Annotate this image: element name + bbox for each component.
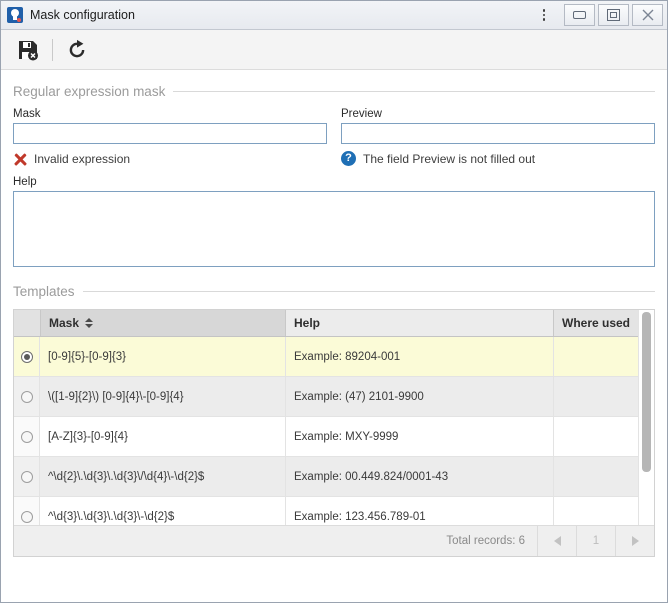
help-textarea[interactable] <box>13 191 655 267</box>
restore-button[interactable] <box>598 4 629 26</box>
next-page-button[interactable] <box>616 526 654 556</box>
row-where-used-cell <box>553 417 638 456</box>
table-row[interactable]: [A-Z]{3}-[0-9]{4} Example: MXY-9999 <box>14 417 638 457</box>
table-columns-region: Mask Help Where used [0-9]{5}-[0-9]{3} E… <box>14 310 638 525</box>
row-help-cell: Example: (47) 2101-9900 <box>285 377 553 416</box>
column-header-select <box>14 310 40 336</box>
column-header-where-used-label: Where used <box>562 316 631 330</box>
previous-page-button[interactable] <box>538 526 577 556</box>
row-mask-cell: ^\d{2}\.\d{3}\.\d{3}\/\d{4}\-\d{2}$ <box>48 470 205 483</box>
refresh-button[interactable] <box>60 34 94 66</box>
help-field-group: Help <box>13 176 655 270</box>
table-body: [0-9]{5}-[0-9]{3} Example: 89204-001 \([1-… <box>14 337 638 525</box>
preview-validation-message: ? The field Preview is not filled out <box>341 151 655 166</box>
row-help-cell: Example: 00.449.824/0001-43 <box>285 457 553 496</box>
preview-label: Preview <box>341 108 382 120</box>
help-label: Help <box>13 176 37 188</box>
row-where-used-cell <box>553 377 638 416</box>
toolbar-separator <box>52 38 53 61</box>
table-body-region: Mask Help Where used [0-9]{5}-[0-9]{3} E… <box>14 310 654 525</box>
regex-mask-group: Regular expression mask Mask Preview Inv… <box>13 82 655 270</box>
content-area: Regular expression mask Mask Preview Inv… <box>1 70 667 602</box>
save-button[interactable] <box>11 34 45 66</box>
save-disk-icon <box>19 40 38 60</box>
chevron-left-icon <box>553 536 561 546</box>
table-row[interactable]: ^\d{2}\.\d{3}\.\d{3}\/\d{4}\-\d{2}$ Examp… <box>14 457 638 497</box>
column-header-mask[interactable]: Mask <box>40 310 285 336</box>
close-button[interactable] <box>632 4 663 26</box>
window-title: Mask configuration <box>30 8 135 22</box>
row-help-cell: Example: 89204-001 <box>285 337 553 376</box>
table-row[interactable]: [0-9]{5}-[0-9]{3} Example: 89204-001 <box>14 337 638 377</box>
row-where-used-cell <box>553 497 638 525</box>
mask-validation-text: Invalid expression <box>34 151 131 166</box>
templates-table: Mask Help Where used [0-9]{5}-[0-9]{3} E… <box>13 309 655 557</box>
close-icon <box>642 9 653 21</box>
mask-field-group: Mask <box>13 108 327 144</box>
minimize-button[interactable] <box>564 4 595 26</box>
table-header-row: Mask Help Where used <box>14 310 638 337</box>
mask-label: Mask <box>13 108 41 120</box>
row-mask-cell: [A-Z]{3}-[0-9]{4} <box>48 430 128 443</box>
row-radio-button[interactable] <box>20 390 33 403</box>
column-header-help[interactable]: Help <box>285 310 553 336</box>
regex-group-header: Regular expression mask <box>13 82 655 100</box>
app-logo-icon <box>7 7 23 23</box>
templates-group-header: Templates <box>13 282 655 300</box>
row-radio-button[interactable] <box>20 510 33 523</box>
row-mask-cell: ^\d{3}\.\d{3}\.\d{3}\-\d{2}$ <box>48 510 175 523</box>
info-question-icon: ? <box>341 151 356 166</box>
row-where-used-cell <box>553 337 638 376</box>
group-divider <box>82 290 655 292</box>
window-controls <box>561 4 663 26</box>
page-number-button[interactable]: 1 <box>577 526 616 556</box>
scrollbar-thumb[interactable] <box>642 312 651 472</box>
row-mask-cell: [0-9]{5}-[0-9]{3} <box>48 350 127 363</box>
column-header-help-label: Help <box>294 316 321 330</box>
error-x-icon <box>13 152 28 166</box>
table-row[interactable]: ^\d{3}\.\d{3}\.\d{3}\-\d{2}$ Example: 123… <box>14 497 638 525</box>
mask-preview-row: Mask Preview <box>13 108 655 144</box>
total-records-label: Total records: 6 <box>434 526 538 556</box>
row-help-cell: Example: 123.456.789-01 <box>285 497 553 525</box>
row-select-cell[interactable] <box>14 497 40 525</box>
toolbar <box>1 30 667 70</box>
row-help-cell: Example: MXY-9999 <box>285 417 553 456</box>
table-footer: Total records: 6 1 <box>14 525 654 556</box>
preview-input[interactable] <box>341 123 655 144</box>
row-select-cell[interactable] <box>14 377 40 416</box>
regex-group-title: Regular expression mask <box>13 83 166 99</box>
row-mask-cell: \([1-9]{2}\) [0-9]{4}\-[0-9]{4} <box>48 390 184 403</box>
row-radio-button[interactable] <box>20 350 33 363</box>
mask-input[interactable] <box>13 123 327 144</box>
row-select-cell[interactable] <box>14 337 40 376</box>
mask-configuration-window: Mask configuration Regular expression ma… <box>0 0 668 603</box>
sort-arrow-icon[interactable] <box>85 318 94 328</box>
row-select-cell[interactable] <box>14 417 40 456</box>
row-radio-button[interactable] <box>20 430 33 443</box>
preview-validation-text: The field Preview is not filled out <box>363 151 536 166</box>
table-scrollbar[interactable] <box>638 310 654 525</box>
column-header-where-used[interactable]: Where used <box>553 310 638 336</box>
group-divider <box>173 90 655 92</box>
refresh-icon <box>69 39 85 57</box>
templates-group: Templates Mask Help Where used [0-9]{5}-… <box>13 282 655 557</box>
table-row[interactable]: \([1-9]{2}\) [0-9]{4}\-[0-9]{4} Example: … <box>14 377 638 417</box>
row-radio-button[interactable] <box>20 470 33 483</box>
kebab-menu-icon[interactable] <box>533 4 555 26</box>
column-header-mask-label: Mask <box>49 316 80 330</box>
chevron-right-icon <box>631 536 639 546</box>
mask-validation-message: Invalid expression <box>13 151 327 166</box>
validation-messages-row: Invalid expression ? The field Preview i… <box>13 151 655 166</box>
preview-field-group: Preview <box>341 108 655 144</box>
templates-group-title: Templates <box>13 283 75 299</box>
row-select-cell[interactable] <box>14 457 40 496</box>
row-where-used-cell <box>553 457 638 496</box>
title-bar: Mask configuration <box>1 1 667 30</box>
